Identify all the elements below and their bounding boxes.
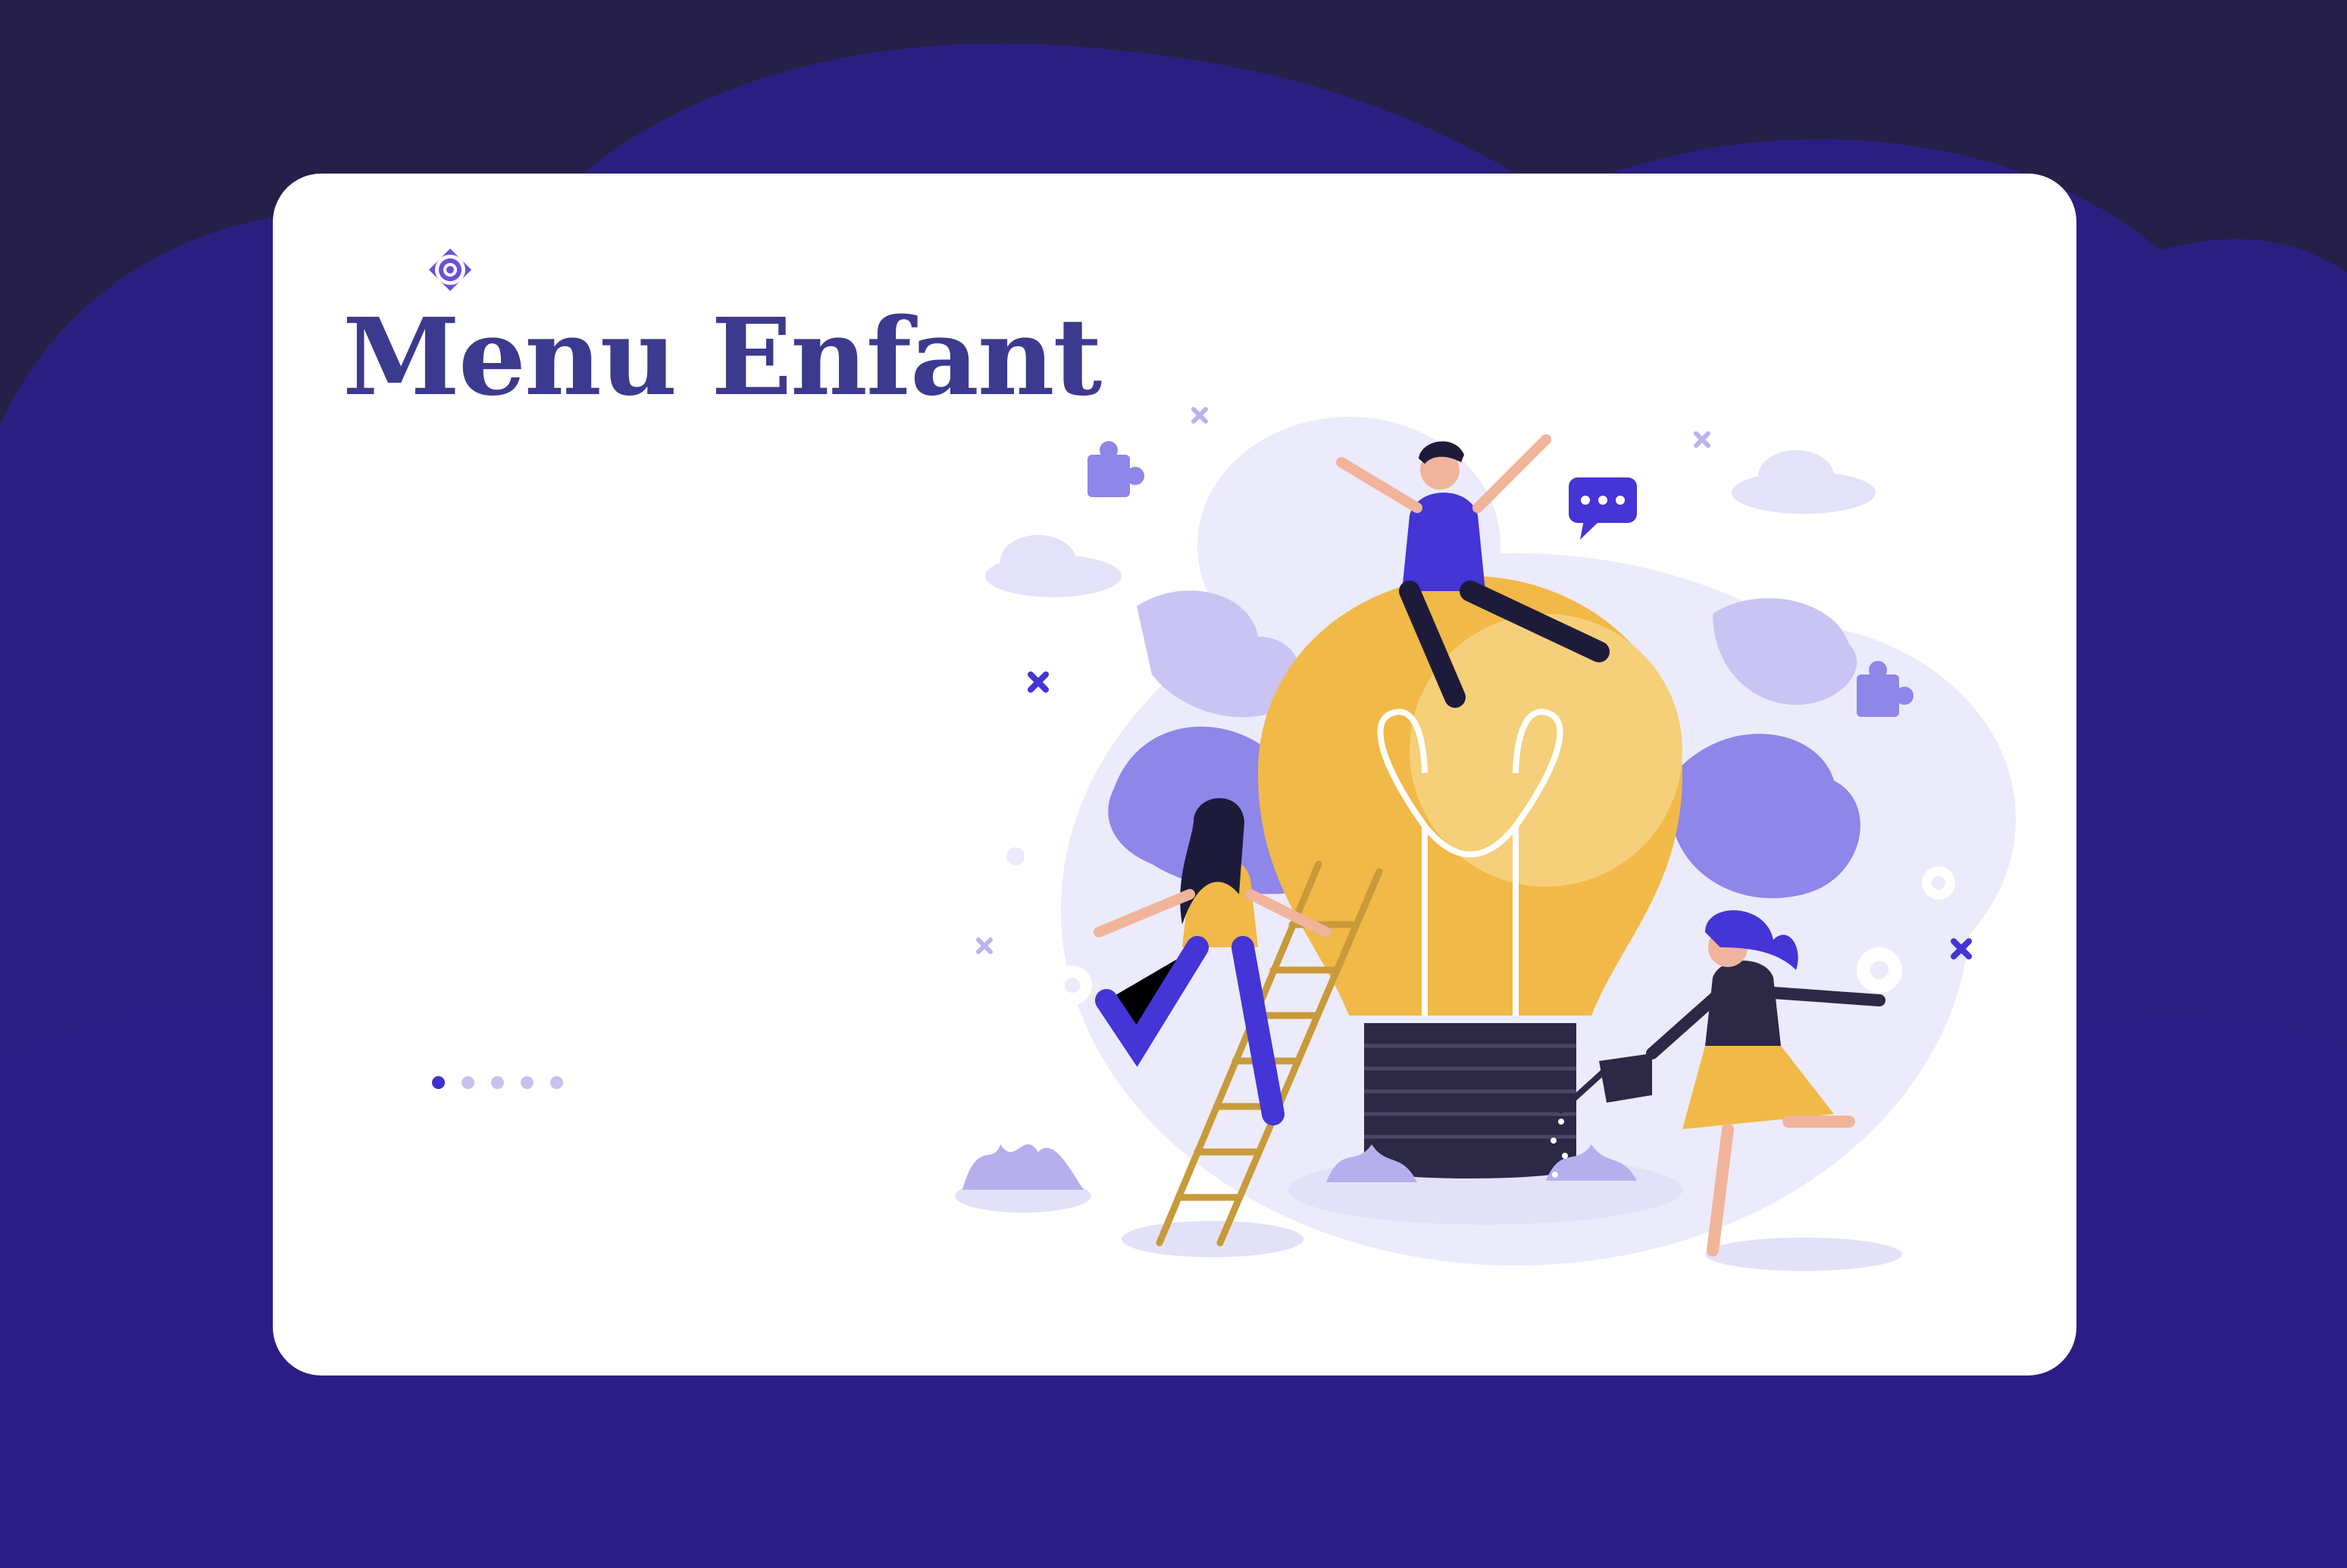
carousel-dot-1[interactable] [432, 1076, 445, 1089]
carousel-dot-5[interactable] [550, 1076, 563, 1089]
carousel-dot-2[interactable] [462, 1076, 474, 1089]
lightbulb-teamwork-illustration [955, 407, 2016, 1271]
carousel-dot-4[interactable] [521, 1076, 534, 1089]
carousel-dots [432, 1076, 563, 1089]
target-logo-icon [429, 249, 471, 291]
carousel-dot-3[interactable] [491, 1076, 504, 1089]
